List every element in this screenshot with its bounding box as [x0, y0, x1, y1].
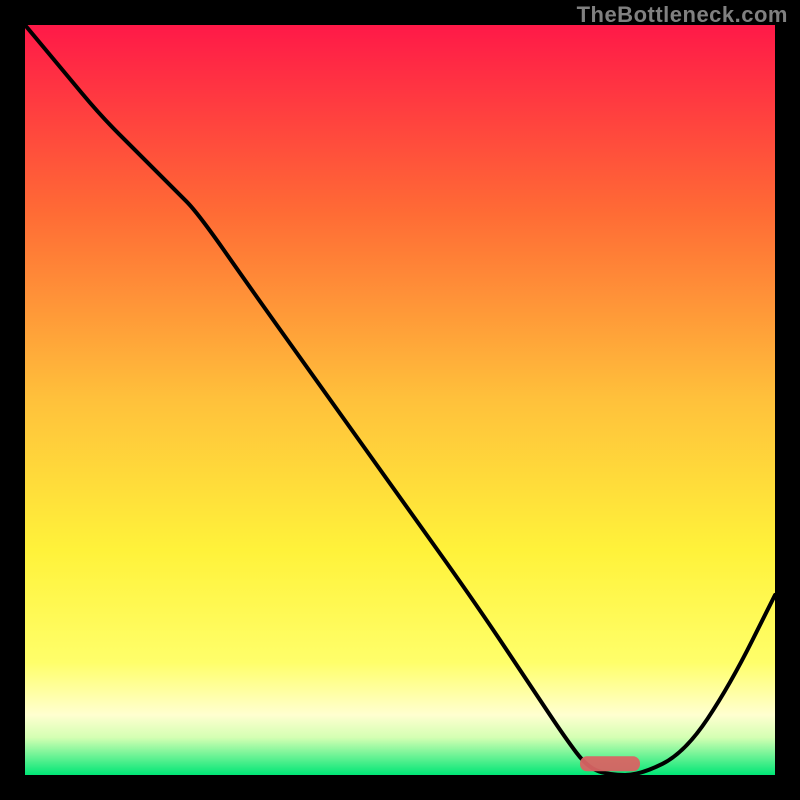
watermark-label: TheBottleneck.com — [577, 2, 788, 28]
chart-container: TheBottleneck.com — [0, 0, 800, 800]
plot-svg — [25, 25, 775, 775]
gradient-background — [25, 25, 775, 775]
optimum-marker — [580, 756, 640, 771]
plot-frame — [25, 25, 775, 775]
